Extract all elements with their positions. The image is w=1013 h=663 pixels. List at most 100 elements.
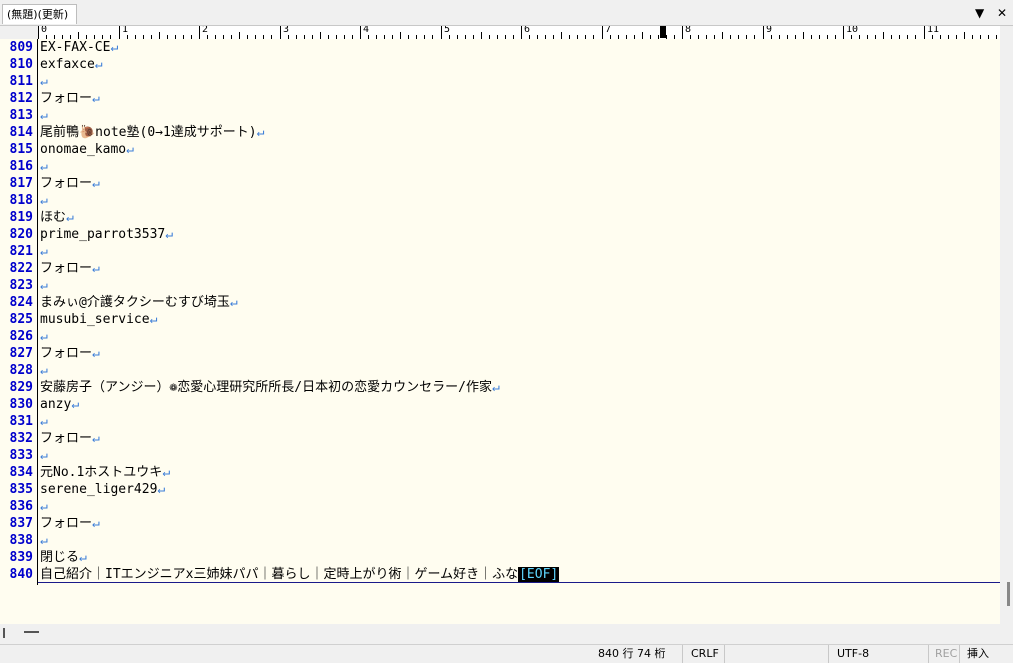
editor-line[interactable]: 835 serene_liger429↵ [0,481,1000,498]
line-break-icon: ↵ [126,142,134,157]
editor-line[interactable]: 829 安藤房子（アンジー）❁恋愛心理研究所所長/日本初の恋愛カウンセラー/作家↵ [0,379,1000,396]
line-text-container[interactable]: onomae_kamo↵ [40,141,134,158]
line-text-container[interactable]: ↵ [40,498,48,515]
editor-line[interactable]: 833 ↵ [0,447,1000,464]
line-text-container[interactable]: ↵ [40,243,48,260]
line-text: anzy [40,397,72,412]
line-text-container[interactable]: EX-FAX-CE↵ [40,39,118,56]
editor-line[interactable]: 831 ↵ [0,413,1000,430]
line-break-icon: ↵ [165,227,174,242]
editor-line[interactable]: 832 フォロー↵ [0,430,1000,447]
editor-line[interactable]: 839 閉じる↵ [0,549,1000,566]
macro-record-indicator[interactable]: REC [935,645,957,663]
line-text-container[interactable]: 尾前鴨🐌note塾(0→1達成サポート)↵ [40,124,264,141]
line-text-container[interactable]: フォロー↵ [40,175,100,192]
line-text-container[interactable]: フォロー↵ [40,515,100,532]
document-tab-title: (無題)(更新) [7,8,69,21]
line-break-icon: ↵ [92,91,100,106]
insert-mode-indicator[interactable]: 挿入 [967,645,989,663]
line-text-container[interactable]: ほむ↵ [40,209,74,226]
document-tab[interactable]: (無題)(更新) [2,4,77,24]
line-text-container[interactable]: serene_liger429↵ [40,481,165,498]
line-text-container[interactable]: フォロー↵ [40,430,100,447]
vertical-scrollbar[interactable] [1000,39,1013,624]
text-editor[interactable]: 809 EX-FAX-CE↵ 810 exfaxce↵ 811 ↵ 812 フォロー↵ 813 ↵… [0,39,1000,624]
line-text-container[interactable]: prime_parrot3537↵ [40,226,173,243]
line-text-container[interactable]: フォロー↵ [40,345,100,362]
editor-line[interactable]: 823 ↵ [0,277,1000,294]
line-break-icon: ↵ [92,346,100,361]
line-text-container[interactable]: 自己紹介｜ITエンジニアx三姉妹パパ｜暮らし｜定時上がり術｜ゲーム好き｜ふな[E… [40,566,560,583]
line-text-container[interactable]: まみぃ@介護タクシーむすび埼玉↵ [40,294,238,311]
line-text: ほむ [40,210,67,225]
line-text-container[interactable]: ↵ [40,447,48,464]
close-tab-icon[interactable]: ✕ [997,6,1007,20]
line-text-container[interactable]: ↵ [40,328,48,345]
line-text: フォロー [40,346,93,361]
line-text-container[interactable]: フォロー↵ [40,260,100,277]
line-number: 820 [9,227,33,242]
editor-line[interactable]: 826 ↵ [0,328,1000,345]
editor-line[interactable]: 840 自己紹介｜ITエンジニアx三姉妹パパ｜暮らし｜定時上がり術｜ゲーム好き｜ふ… [0,566,1000,583]
editor-line[interactable]: 811 ↵ [0,73,1000,90]
line-number: 817 [9,176,33,191]
line-text-container[interactable]: ↵ [40,362,48,379]
line-text-container[interactable]: musubi_service↵ [40,311,157,328]
editor-line[interactable]: 812 フォロー↵ [0,90,1000,107]
line-text-container[interactable]: ↵ [40,532,48,549]
editor-line[interactable]: 836 ↵ [0,498,1000,515]
vertical-scrollbar-thumb[interactable] [1007,582,1010,606]
editor-line[interactable]: 834 元No.1ホストユウキ↵ [0,464,1000,481]
line-text-container[interactable]: 元No.1ホストユウキ↵ [40,464,170,481]
editor-line[interactable]: 809 EX-FAX-CE↵ [0,39,1000,56]
editor-line[interactable]: 818 ↵ [0,192,1000,209]
line-text-container[interactable]: ↵ [40,413,48,430]
line-text-container[interactable]: 安藤房子（アンジー）❁恋愛心理研究所所長/日本初の恋愛カウンセラー/作家↵ [40,379,500,396]
encoding[interactable]: UTF-8 [837,645,869,663]
editor-line[interactable]: 825 musubi_service↵ [0,311,1000,328]
line-text: prime_parrot3537 [40,227,166,242]
horizontal-scroll-area[interactable] [0,624,1013,644]
line-ending[interactable]: CRLF [691,645,719,663]
line-break-icon: ↵ [40,414,48,429]
editor-line[interactable]: 827 フォロー↵ [0,345,1000,362]
line-text: exfaxce [40,57,95,72]
line-break-icon: ↵ [40,448,48,463]
editor-line[interactable]: 820 prime_parrot3537↵ [0,226,1000,243]
editor-line[interactable]: 816 ↵ [0,158,1000,175]
line-text: 閉じる [40,550,80,565]
editor-line[interactable]: 815 onomae_kamo↵ [0,141,1000,158]
editor-line[interactable]: 830 anzy↵ [0,396,1000,413]
editor-line[interactable]: 817 フォロー↵ [0,175,1000,192]
line-text-container[interactable]: exfaxce↵ [40,56,103,73]
line-number: 811 [9,74,33,89]
editor-line[interactable]: 822 フォロー↵ [0,260,1000,277]
editor-line[interactable]: 810 exfaxce↵ [0,56,1000,73]
line-text: 尾前鴨🐌note塾(0→1達成サポート) [40,125,257,140]
line-number: 810 [9,57,33,72]
editor-line[interactable]: 814 尾前鴨🐌note塾(0→1達成サポート)↵ [0,124,1000,141]
tab-list-dropdown-icon[interactable]: ▼ [975,6,984,20]
editor-line[interactable]: 819 ほむ↵ [0,209,1000,226]
line-number: 816 [9,159,33,174]
line-text-container[interactable]: ↵ [40,277,48,294]
line-text-container[interactable]: ↵ [40,192,48,209]
line-number: 818 [9,193,33,208]
editor-line[interactable]: 813 ↵ [0,107,1000,124]
line-text-container[interactable]: ↵ [40,107,48,124]
editor-line[interactable]: 824 まみぃ@介護タクシーむすび埼玉↵ [0,294,1000,311]
line-text-container[interactable]: ↵ [40,158,48,175]
line-text-container[interactable]: ↵ [40,73,48,90]
horizontal-scrollbar-thumb[interactable] [24,631,39,633]
line-number: 840 [9,567,33,582]
line-text-container[interactable]: フォロー↵ [40,90,100,107]
line-number: 815 [9,142,33,157]
line-text-container[interactable]: anzy↵ [40,396,79,413]
editor-line[interactable]: 838 ↵ [0,532,1000,549]
line-number: 827 [9,346,33,361]
editor-line[interactable]: 821 ↵ [0,243,1000,260]
editor-line[interactable]: 837 フォロー↵ [0,515,1000,532]
editor-line[interactable]: 828 ↵ [0,362,1000,379]
cursor-position[interactable]: 840 行 74 桁 [598,645,665,663]
line-text-container[interactable]: 閉じる↵ [40,549,87,566]
